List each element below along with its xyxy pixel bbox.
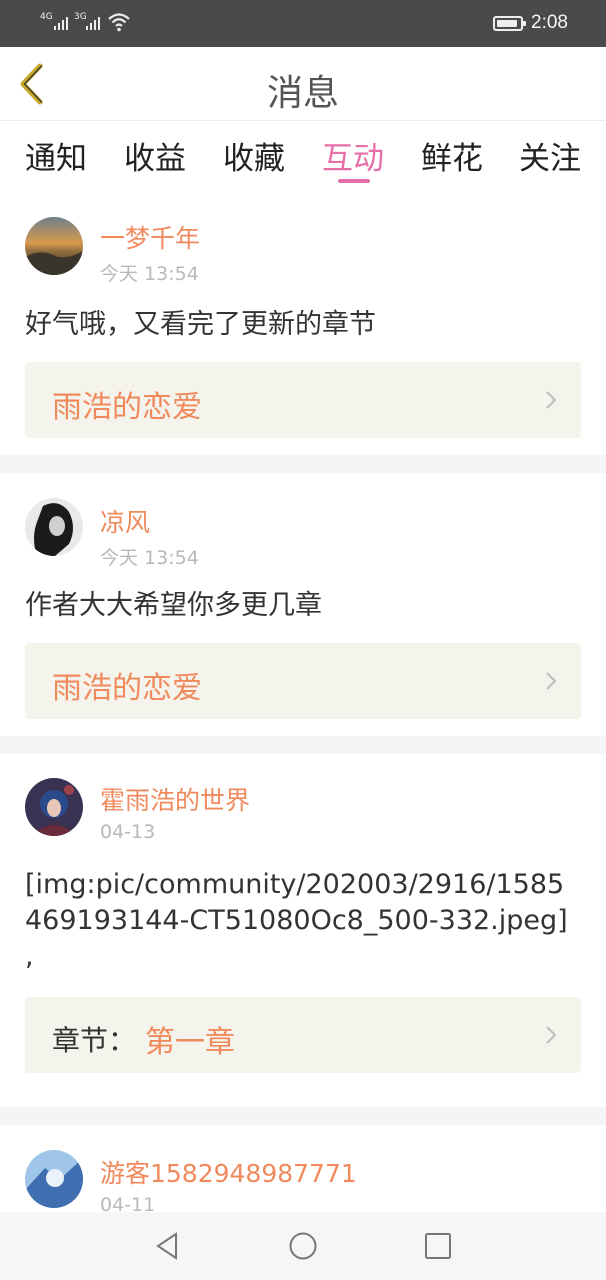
wifi-icon	[108, 13, 130, 32]
timestamp: 04-13	[100, 821, 156, 843]
message-text: 作者大大希望你多更几章	[25, 590, 322, 621]
card-separator	[0, 455, 606, 473]
chapter-label: 章节：	[52, 1024, 137, 1057]
message-card: 游客1582948987771 04-11	[0, 1125, 606, 1212]
tab-favorites[interactable]: 收藏	[216, 133, 292, 185]
username[interactable]: 游客1582948987771	[100, 1154, 357, 1190]
book-link[interactable]: 雨浩的恋爱	[25, 362, 581, 438]
timestamp: 04-11	[100, 1194, 156, 1212]
timestamp: 今天 13:54	[100, 547, 199, 569]
status-bar: 4G 3G 2:08	[0, 0, 606, 47]
avatar[interactable]	[25, 498, 83, 556]
signal-bars-icon	[54, 14, 70, 30]
square-recents-icon[interactable]	[422, 1230, 454, 1262]
active-tab-indicator	[338, 179, 370, 183]
status-time: 2:08	[531, 12, 568, 33]
message-card: 凉风 今天 13:54 作者大大希望你多更几章 雨浩的恋爱	[0, 473, 606, 736]
page-title: 消息	[266, 73, 339, 114]
book-link[interactable]: 雨浩的恋爱	[25, 643, 581, 719]
tab-earnings[interactable]: 收益	[117, 133, 193, 185]
chapter-title: 第一章	[145, 1025, 235, 1060]
signal-bars-icon	[86, 14, 102, 30]
tab-notifications[interactable]: 通知	[18, 133, 94, 185]
signal-4g-label: 4G	[40, 12, 53, 22]
chevron-right-icon	[546, 1026, 557, 1044]
message-text: 好气哦，又看完了更新的章节	[25, 309, 376, 340]
book-title: 雨浩的恋爱	[52, 390, 202, 425]
username[interactable]: 一梦千年	[100, 219, 200, 255]
chapter-link[interactable]: 章节： 第一章	[25, 997, 581, 1073]
avatar[interactable]	[25, 1150, 83, 1208]
message-card: 一梦千年 今天 13:54 好气哦，又看完了更新的章节 雨浩的恋爱	[0, 199, 606, 455]
battery-icon	[493, 16, 526, 31]
message-card: 霍雨浩的世界 04-13 [img:pic/community/202003/2…	[0, 754, 606, 1107]
avatar[interactable]	[25, 778, 83, 836]
signal-3g-label: 3G	[74, 12, 87, 22]
avatar[interactable]	[25, 217, 83, 275]
username[interactable]: 凉风	[100, 503, 150, 539]
tab-following[interactable]: 关注	[512, 133, 588, 185]
chevron-right-icon	[546, 391, 557, 409]
message-text: [img:pic/community/202003/2916/158546919…	[25, 869, 568, 972]
card-separator	[0, 1107, 606, 1125]
chevron-right-icon	[546, 672, 557, 690]
triangle-back-icon[interactable]	[152, 1230, 184, 1262]
tab-interactions[interactable]: 互动	[315, 133, 391, 185]
message-feed[interactable]: 一梦千年 今天 13:54 好气哦，又看完了更新的章节 雨浩的恋爱 凉风 今天 …	[0, 199, 606, 1212]
circle-home-icon[interactable]	[287, 1230, 319, 1262]
tab-bar: 通知 收益 收藏 互动 鲜花 关注	[0, 121, 606, 199]
screen: 4G 3G 2:08 消息 通知 收益 收藏 互动 鲜花 关注 一梦千年 今天 …	[0, 0, 606, 1280]
system-nav-bar	[0, 1212, 606, 1280]
card-separator	[0, 736, 606, 754]
app-header: 消息	[0, 47, 606, 121]
tab-flowers[interactable]: 鲜花	[414, 133, 490, 185]
timestamp: 今天 13:54	[100, 263, 199, 285]
username[interactable]: 霍雨浩的世界	[100, 781, 250, 817]
book-title: 雨浩的恋爱	[52, 671, 202, 706]
